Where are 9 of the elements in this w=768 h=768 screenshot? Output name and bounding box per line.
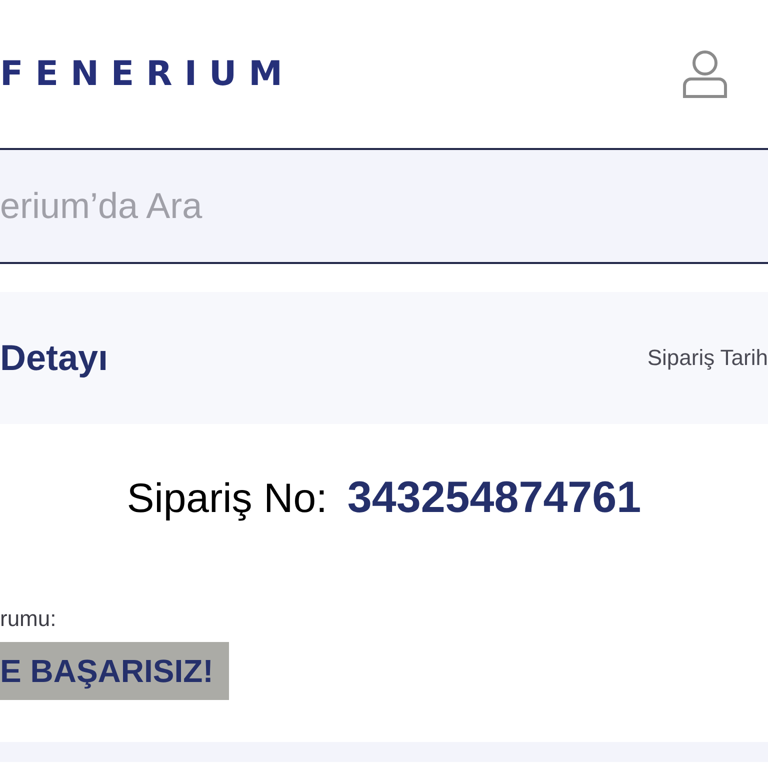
user-icon[interactable] [683,50,727,98]
brand-logo[interactable]: FENERIUM [0,57,294,91]
order-number-value: 343254874761 [347,474,642,522]
status-label: rumu: [0,606,56,632]
order-detail-title: Detayı [0,340,108,376]
search-field[interactable]: erium’da Ara [0,148,768,264]
order-date-label: Sipariş Tarih [647,347,768,369]
status-badge: E BAŞARISIZ! [0,642,230,700]
order-number-label: Sipariş No: [126,474,328,522]
